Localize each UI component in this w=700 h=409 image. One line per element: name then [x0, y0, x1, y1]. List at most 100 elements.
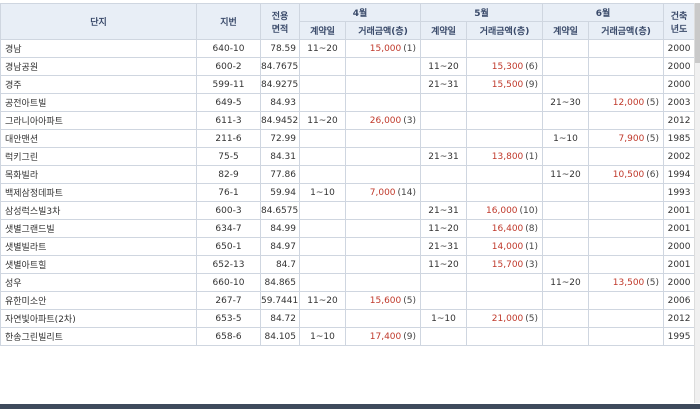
m4-amount-cell: [344, 75, 422, 94]
table-row: 경남공원 600-2 84.7675 11~20 15,300 (6) 2000: [0, 57, 696, 76]
m6-floor-value: (5): [646, 277, 660, 288]
vertical-scrollbar[interactable]: [694, 3, 700, 403]
m4-amount-cell: [344, 237, 422, 256]
m6-contract-day-cell: [542, 75, 590, 94]
area-cell: 84.99: [260, 219, 300, 238]
table-row: 샛별그랜드빌 634-7 84.99 11~20 16,400 (8) 2001: [0, 219, 696, 238]
header-area: 전용면적: [260, 3, 300, 40]
m4-amount-value: 15,000: [369, 43, 402, 54]
m5-floor-value: (8): [525, 223, 539, 234]
m6-contract-day-cell: [542, 255, 590, 274]
m6-floor-value: (5): [646, 133, 660, 144]
m6-amount-cell: 13,500 (5): [588, 273, 665, 292]
m5-contract-day-cell: [420, 93, 468, 112]
m6-amount-cell: [588, 309, 665, 328]
m4-amount-cell: [344, 129, 422, 148]
built-year-cell: 2012: [663, 111, 696, 130]
header-built-year: 건축년도: [663, 3, 696, 40]
built-year-cell: 2000: [663, 75, 696, 94]
lot-number-cell: 611-3: [196, 111, 261, 130]
built-year-cell: 2001: [663, 201, 696, 220]
m5-amount-value: 14,000: [491, 241, 524, 252]
m5-amount-cell: [466, 291, 544, 310]
table-row: 성우 660-10 84.865 11~20 13,500 (5) 2000: [0, 273, 696, 292]
m5-contract-day-cell: 11~20: [420, 57, 468, 76]
header-area-line1: 전용: [271, 11, 289, 22]
header-m5-contract-day: 계약일: [420, 21, 468, 40]
table-row: 경주 599-11 84.9275 21~31 15,500 (9) 2000: [0, 75, 696, 94]
lot-number-cell: 211-6: [196, 129, 261, 148]
m5-amount-cell: [466, 39, 544, 58]
built-year-cell: 1995: [663, 327, 696, 346]
built-year-cell: 1993: [663, 183, 696, 202]
area-cell: 72.99: [260, 129, 300, 148]
header-complex: 단지: [0, 3, 197, 40]
header-built-line2: 년도: [670, 24, 688, 35]
m5-floor-value: (1): [525, 241, 539, 252]
m6-floor-value: (5): [646, 97, 660, 108]
table-row: 경남 640-10 78.59 11~20 15,000 (1) 2000: [0, 39, 696, 58]
m4-contract-day-cell: [299, 57, 346, 76]
m6-amount-cell: [588, 291, 665, 310]
built-year-cell: 1985: [663, 129, 696, 148]
built-year-cell: 2000: [663, 237, 696, 256]
m5-amount-cell: 16,400 (8): [466, 219, 544, 238]
complex-name-cell: 백제삼정데파트: [0, 183, 197, 202]
table-row: 자연빛아파트(2차) 653-5 84.72 1~10 21,000 (5) 2012: [0, 309, 696, 328]
m4-floor-value: (9): [403, 331, 417, 342]
m5-amount-cell: [466, 183, 544, 202]
m6-amount-cell: [588, 327, 665, 346]
m6-contract-day-cell: [542, 219, 590, 238]
built-year-cell: 1994: [663, 165, 696, 184]
m5-amount-cell: [466, 273, 544, 292]
built-year-cell: 2001: [663, 219, 696, 238]
m6-amount-cell: 12,000 (5): [588, 93, 665, 112]
m4-floor-value: (1): [403, 43, 417, 54]
m4-amount-cell: 26,000 (3): [344, 111, 422, 130]
area-cell: 84.105: [260, 327, 300, 346]
lot-number-cell: 658-6: [196, 327, 261, 346]
m5-amount-cell: 21,000 (5): [466, 309, 544, 328]
m4-floor-value: (3): [403, 115, 417, 126]
built-year-cell: 2006: [663, 291, 696, 310]
header-m6-contract-day: 계약일: [542, 21, 590, 40]
m4-contract-day-cell: [299, 75, 346, 94]
header-area-line2: 면적: [271, 24, 289, 35]
complex-name-cell: 유한미소안: [0, 291, 197, 310]
table-row: 공전아트빌 649-5 84.93 21~30 12,000 (5) 2003: [0, 93, 696, 112]
header-month-4: 4월: [298, 3, 422, 22]
lot-number-cell: 600-3: [196, 201, 261, 220]
lot-number-cell: 660-10: [196, 273, 261, 292]
scrollbar-thumb[interactable]: [695, 3, 700, 63]
m6-contract-day-cell: 11~20: [542, 273, 590, 292]
m5-amount-cell: [466, 111, 544, 130]
m4-amount-value: 7,000: [369, 187, 396, 198]
table-row: 그라니아아파트 611-3 84.9452 11~20 26,000 (3) 2012: [0, 111, 696, 130]
m4-contract-day-cell: [299, 273, 346, 292]
complex-name-cell: 경남공원: [0, 57, 197, 76]
m6-amount-cell: [588, 57, 665, 76]
m5-floor-value: (6): [525, 61, 539, 72]
bottom-bar: [0, 404, 700, 409]
area-cell: 84.7675: [260, 57, 300, 76]
m5-contract-day-cell: [420, 327, 468, 346]
m6-amount-cell: [588, 111, 665, 130]
m4-floor-value: (5): [403, 295, 417, 306]
m6-amount-cell: [588, 147, 665, 166]
m6-contract-day-cell: 11~20: [542, 165, 590, 184]
m6-contract-day-cell: [542, 237, 590, 256]
m6-amount-cell: [588, 201, 665, 220]
m5-contract-day-cell: [420, 111, 468, 130]
m5-floor-value: (3): [525, 259, 539, 270]
m5-amount-cell: [466, 165, 544, 184]
m5-contract-day-cell: 21~31: [420, 201, 468, 220]
area-cell: 84.9452: [260, 111, 300, 130]
header-built-line1: 건축: [670, 11, 688, 22]
complex-name-cell: 삼성럭스빌3차: [0, 201, 197, 220]
table-row: 샛별빌라트 650-1 84.97 21~31 14,000 (1) 2000: [0, 237, 696, 256]
m6-floor-value: (6): [646, 169, 660, 180]
m6-amount-value: 7,900: [618, 133, 645, 144]
m6-contract-day-cell: [542, 183, 590, 202]
m5-amount-cell: [466, 93, 544, 112]
m4-amount-value: 17,400: [369, 331, 402, 342]
